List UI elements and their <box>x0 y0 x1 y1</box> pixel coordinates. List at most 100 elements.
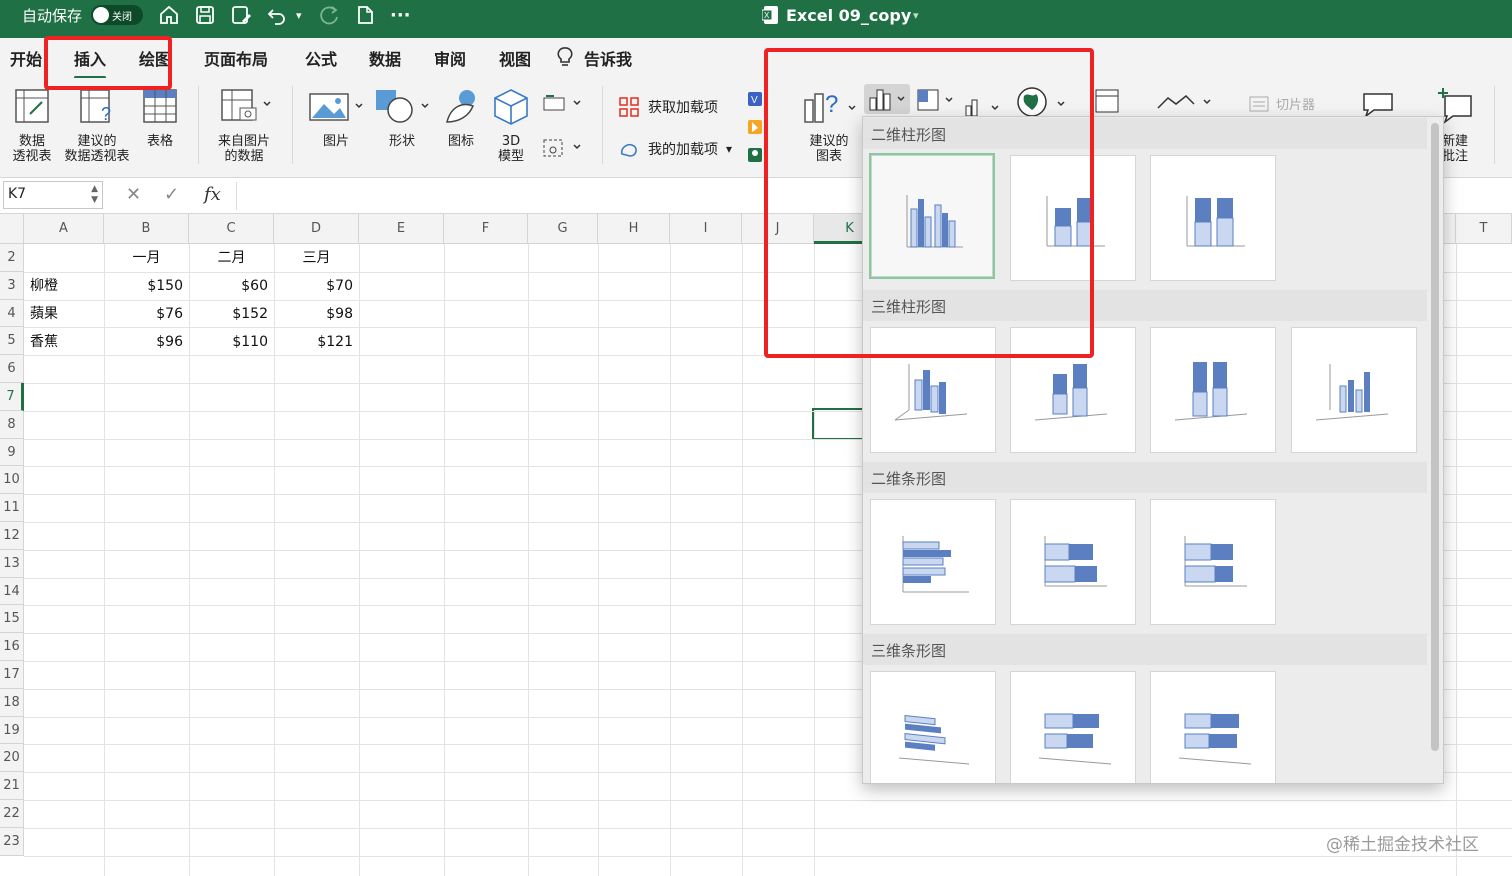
recommended-pivot-button[interactable]: ? 建议的 数据透视表 <box>60 86 134 164</box>
bing-maps-icon[interactable] <box>746 118 764 140</box>
undo-icon[interactable] <box>266 0 288 30</box>
3d-models-button[interactable]: 3D 模型 <box>488 86 534 164</box>
row-header[interactable]: 9 <box>0 438 24 467</box>
row-header[interactable]: 16 <box>0 633 24 661</box>
column-header[interactable]: F <box>444 214 528 244</box>
3d-clustered-bar-option[interactable] <box>870 671 996 783</box>
undo-dropdown-chevron-icon[interactable]: ▾ <box>296 0 302 30</box>
row-header[interactable]: 14 <box>0 577 24 606</box>
cell-b3[interactable]: $150 <box>104 272 189 300</box>
column-header[interactable]: E <box>359 214 444 244</box>
tab-view[interactable]: 视图 <box>499 46 531 70</box>
row-header[interactable]: 19 <box>0 716 24 745</box>
row-header[interactable]: 4 <box>0 299 24 328</box>
row-header[interactable]: 2 <box>0 244 24 272</box>
cancel-formula-icon[interactable]: ✕ <box>126 184 141 205</box>
name-box-stepper-icon[interactable]: ▲ ▼ <box>91 184 98 206</box>
3d-stacked-bar-option[interactable] <box>1010 671 1136 783</box>
cell-a4[interactable]: 蘋果 <box>24 300 104 328</box>
table-button[interactable]: 表格 <box>138 86 182 149</box>
row-header[interactable]: 18 <box>0 688 24 717</box>
new-document-icon[interactable] <box>354 0 376 30</box>
column-header[interactable]: I <box>670 214 742 244</box>
tell-me-search[interactable]: 告诉我 <box>584 46 632 70</box>
clustered-bar-option[interactable] <box>870 499 996 625</box>
row-header[interactable]: 13 <box>0 549 24 578</box>
cell-d2[interactable]: 三月 <box>274 244 359 272</box>
cell-b4[interactable]: $76 <box>104 300 189 328</box>
cell-c5[interactable]: $110 <box>189 328 274 356</box>
column-header[interactable]: G <box>528 214 598 244</box>
column-header[interactable]: H <box>598 214 670 244</box>
cell-b5[interactable]: $96 <box>104 328 189 356</box>
100-stacked-bar-option[interactable] <box>1150 499 1276 625</box>
save-as-icon[interactable] <box>230 0 252 30</box>
row-header[interactable]: 3 <box>0 271 24 300</box>
shapes-button[interactable]: 形状 <box>372 86 432 149</box>
title-bar: 自动保存 关闭 ▾ ··· X Excel 09_copy ▾ <box>0 0 1512 38</box>
my-addins-button[interactable]: 我的加载项 ▾ <box>618 138 732 160</box>
name-box[interactable]: K7 ▲ ▼ <box>3 181 103 209</box>
row-header[interactable]: 23 <box>0 827 24 856</box>
cell-d5[interactable]: $121 <box>274 328 359 356</box>
column-header[interactable]: C <box>189 214 274 244</box>
cell-d3[interactable]: $70 <box>274 272 359 300</box>
more-icon[interactable]: ··· <box>390 0 411 30</box>
cell-d4[interactable]: $98 <box>274 300 359 328</box>
cell-a5[interactable]: 香蕉 <box>24 328 104 356</box>
pivot-table-button[interactable]: 数据 透视表 <box>6 86 58 164</box>
row-header[interactable]: 7 <box>0 383 24 411</box>
row-header[interactable]: 10 <box>0 466 24 495</box>
column-header[interactable]: A <box>24 214 104 244</box>
autosave-toggle[interactable]: 关闭 <box>91 5 143 25</box>
row-header[interactable]: 17 <box>0 661 24 689</box>
visio-icon[interactable]: V <box>746 90 764 112</box>
row-header[interactable]: 21 <box>0 772 24 800</box>
insert-function-icon[interactable]: fx <box>204 184 221 205</box>
data-from-picture-button[interactable]: 来自图片 的数据 <box>210 86 278 164</box>
tab-formulas[interactable]: 公式 <box>305 46 337 70</box>
tab-home[interactable]: 开始 <box>10 46 42 70</box>
tab-page-layout[interactable]: 页面布局 <box>204 46 268 70</box>
row-header[interactable]: 5 <box>0 327 24 356</box>
title-chevron-icon[interactable]: ▾ <box>913 0 919 30</box>
pictures-button[interactable]: 图片 <box>306 86 366 149</box>
column-header[interactable]: T <box>1456 214 1512 244</box>
document-title[interactable]: Excel 09_copy <box>786 0 911 30</box>
get-addins-button[interactable]: 获取加载项 <box>618 96 718 118</box>
screenshot-icon[interactable] <box>542 136 586 164</box>
pivot-chart-icon[interactable] <box>1092 86 1122 120</box>
cell-a3[interactable]: 柳橙 <box>24 272 104 300</box>
column-header[interactable]: B <box>104 214 189 244</box>
cell-c3[interactable]: $60 <box>189 272 274 300</box>
tab-data[interactable]: 数据 <box>369 46 401 70</box>
sparkline-icon[interactable] <box>1154 90 1214 118</box>
row-header[interactable]: 6 <box>0 355 24 383</box>
stacked-bar-option[interactable] <box>1010 499 1136 625</box>
3d-column-option[interactable] <box>1291 327 1417 453</box>
3d-100-stacked-column-option[interactable] <box>1150 327 1276 453</box>
highlight-2d-column-section <box>764 48 1094 358</box>
cell-c2[interactable]: 二月 <box>189 244 274 272</box>
row-header[interactable]: 11 <box>0 494 24 522</box>
cell-c4[interactable]: $152 <box>189 300 274 328</box>
row-header[interactable]: 8 <box>0 410 24 439</box>
select-all-corner[interactable] <box>0 214 24 244</box>
people-graph-icon[interactable] <box>746 146 764 168</box>
slicer-button[interactable]: 切片器 <box>1248 94 1315 113</box>
column-header[interactable]: D <box>274 214 359 244</box>
smartart-icon[interactable] <box>542 92 586 118</box>
gallery-scrollbar[interactable] <box>1431 123 1439 751</box>
confirm-formula-icon[interactable]: ✓ <box>164 184 179 205</box>
icons-button[interactable]: 图标 <box>438 86 484 149</box>
100-stacked-column-option[interactable] <box>1150 155 1276 281</box>
tab-review[interactable]: 审阅 <box>434 46 466 70</box>
3d-100-stacked-bar-option[interactable] <box>1150 671 1276 783</box>
home-icon[interactable] <box>158 0 180 30</box>
row-header[interactable]: 22 <box>0 800 24 828</box>
save-icon[interactable] <box>194 0 216 30</box>
row-header[interactable]: 20 <box>0 744 24 773</box>
row-header[interactable]: 12 <box>0 522 24 550</box>
cell-b2[interactable]: 一月 <box>104 244 189 272</box>
row-header[interactable]: 15 <box>0 605 24 634</box>
